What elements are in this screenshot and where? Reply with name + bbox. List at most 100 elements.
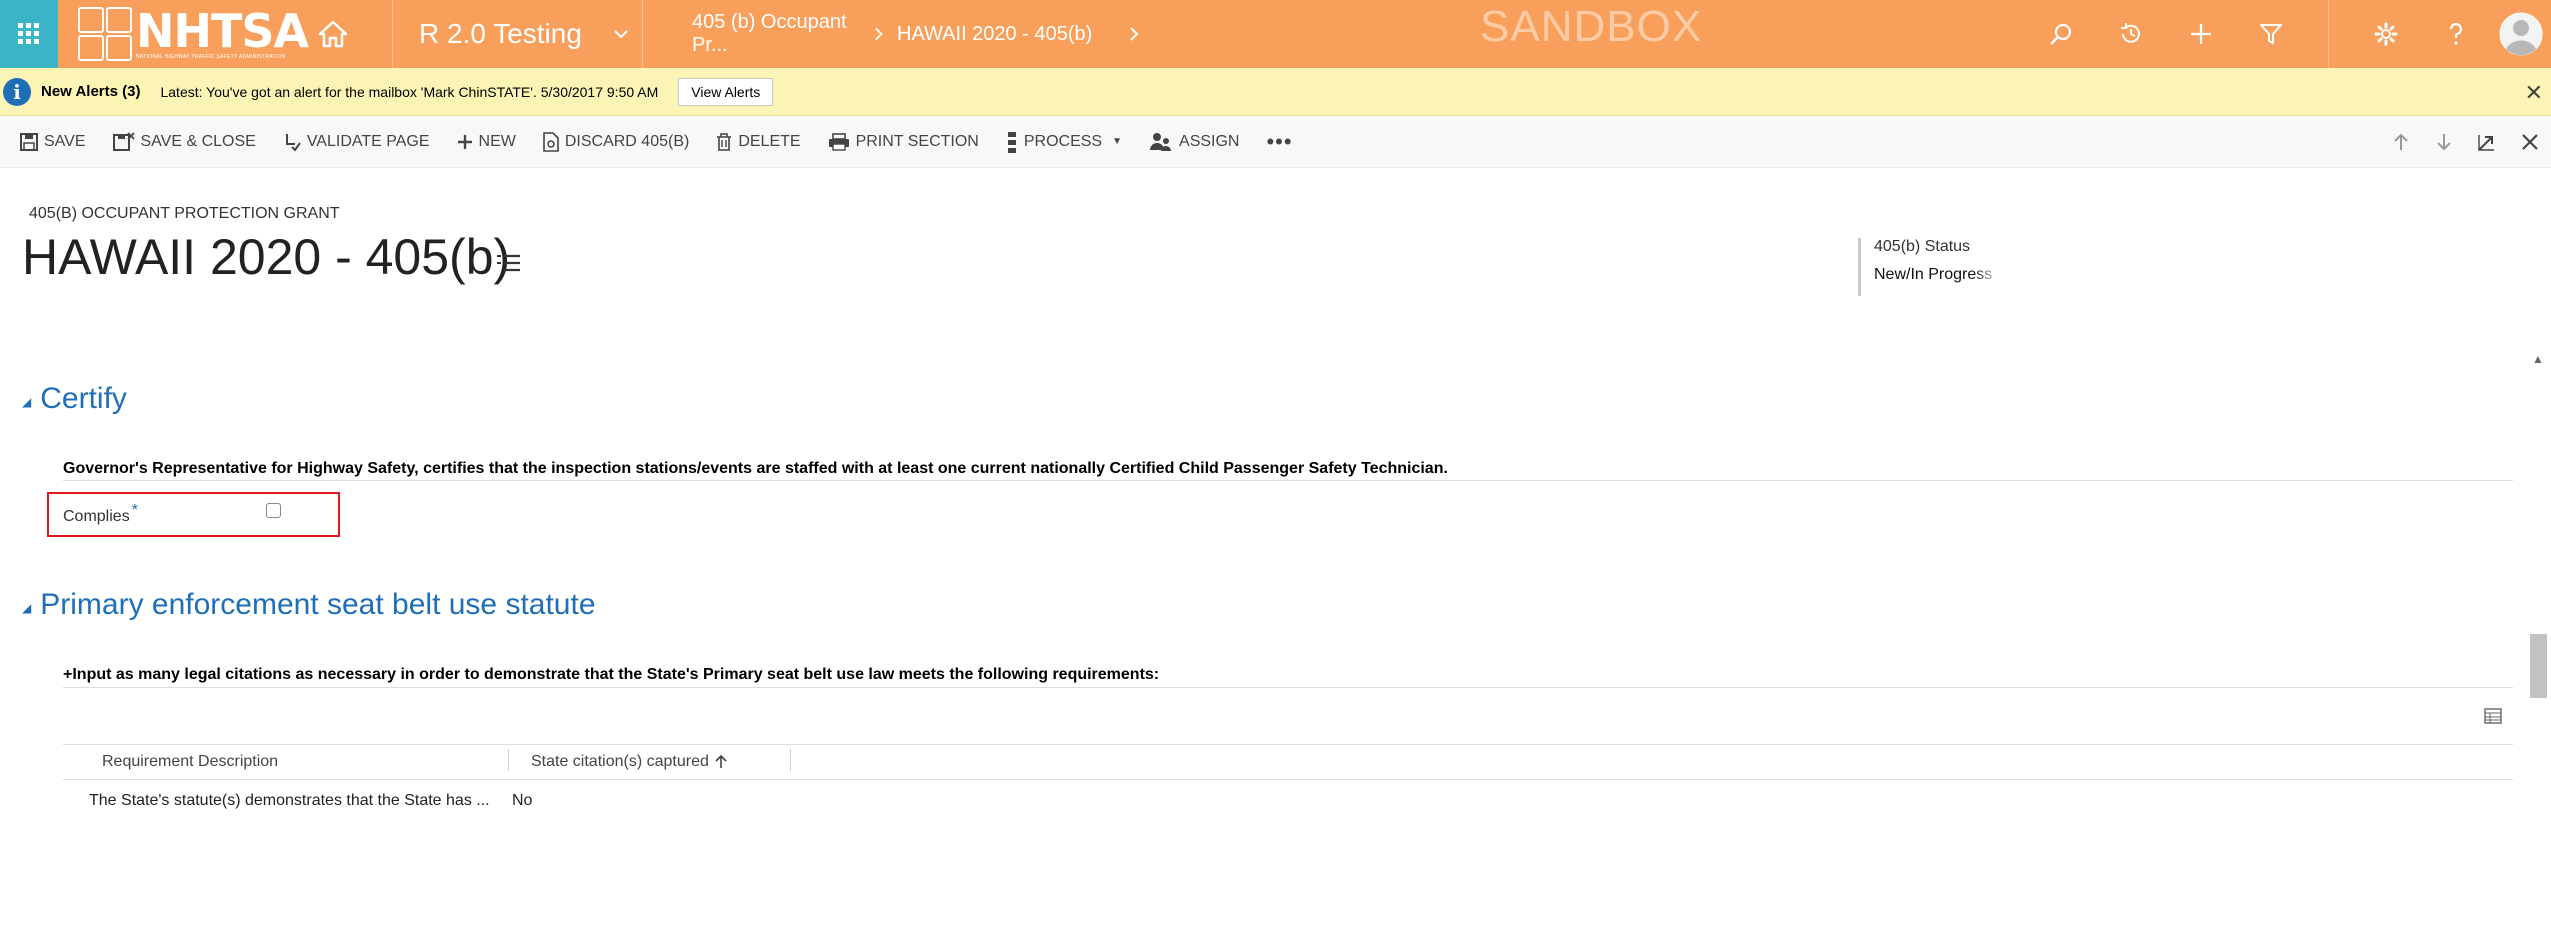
- print-label: PRINT SECTION: [855, 132, 979, 150]
- search-button[interactable]: [2026, 0, 2096, 68]
- delete-label: DELETE: [738, 132, 801, 150]
- complies-label-text: Complies: [63, 508, 130, 525]
- primary-instruction: +Input as many legal citations as necess…: [63, 666, 1160, 683]
- save-button[interactable]: SAVE: [20, 132, 86, 151]
- process-icon: [1007, 131, 1016, 153]
- discard-icon: [543, 131, 559, 152]
- collapse-icon: ◢: [22, 395, 32, 409]
- print-section-button[interactable]: PRINT SECTION: [828, 133, 979, 151]
- subgrid-header: Requirement Description State citation(s…: [63, 744, 2513, 780]
- process-label: PROCESS: [1023, 132, 1103, 150]
- assign-icon: [1150, 132, 1172, 151]
- command-bar: SAVE SAVE & CLOSE VALIDATE PAGE NEW DISC…: [0, 116, 2551, 168]
- process-button[interactable]: PROCESS ▼: [1006, 131, 1122, 153]
- pop-out-icon: [2477, 135, 2494, 151]
- alert-message: Latest: You've got an alert for the mail…: [160, 83, 659, 100]
- app-name: R 2.0 Testing: [419, 18, 582, 49]
- notification-bar: i New Alerts (3) Latest: You've got an a…: [0, 68, 2551, 116]
- logo-wordmark: NHTSA NATIONAL HIGHWAY TRAFFIC SAFETY AD…: [136, 8, 309, 61]
- waffle-icon: [18, 23, 39, 44]
- section-title: Primary enforcement seat belt use statut…: [40, 588, 596, 621]
- status-label: 405(b) Status: [1874, 238, 1971, 255]
- save-close-icon: [112, 131, 135, 151]
- validate-icon: [285, 133, 301, 152]
- section-divider: [63, 687, 2513, 688]
- record-navigation: [2379, 116, 2551, 168]
- section-certify-header[interactable]: ◢ Certify: [22, 382, 127, 416]
- entity-type-label: 405(B) OCCUPANT PROTECTION GRANT: [29, 205, 340, 222]
- chevron-right-icon: [874, 27, 883, 41]
- help-icon: [2449, 23, 2463, 45]
- column-divider[interactable]: [508, 749, 509, 771]
- app-launcher-button[interactable]: [0, 0, 58, 68]
- chevron-down-icon: [614, 30, 628, 39]
- complies-checkbox[interactable]: [266, 503, 281, 518]
- citation-captured-cell: No: [512, 792, 533, 809]
- trash-icon: [717, 132, 732, 151]
- previous-record-button[interactable]: [2379, 133, 2422, 151]
- user-avatar-icon: [2499, 12, 2543, 56]
- logo-subtext: NATIONAL HIGHWAY TRAFFIC SAFETY ADMINIST…: [136, 53, 286, 60]
- validate-label: VALIDATE PAGE: [306, 132, 430, 150]
- view-alerts-button[interactable]: View Alerts: [678, 77, 774, 106]
- breadcrumb-label: HAWAII 2020 - 405(b): [897, 22, 1093, 45]
- save-and-close-button[interactable]: SAVE & CLOSE: [112, 131, 256, 152]
- form-scrollbar[interactable]: ▲: [2525, 340, 2551, 926]
- new-label: NEW: [478, 132, 516, 150]
- complies-label: Complies *: [63, 502, 138, 526]
- top-navigation-bar: NHTSA NATIONAL HIGHWAY TRAFFIC SAFETY AD…: [0, 0, 2551, 68]
- sandbox-label: SANDBOX: [1480, 2, 1703, 51]
- column-header-requirement[interactable]: Requirement Description: [102, 753, 278, 771]
- column-header-citation[interactable]: State citation(s) captured: [531, 753, 727, 771]
- header-status-field[interactable]: 405(b) Status New/In Progress: [1858, 238, 2003, 296]
- filter-icon: [2260, 24, 2282, 44]
- close-form-button[interactable]: [2508, 133, 2551, 151]
- validate-page-button[interactable]: VALIDATE PAGE: [283, 132, 430, 152]
- more-commands-button[interactable]: •••: [1266, 130, 1292, 152]
- plus-icon: [2191, 24, 2211, 44]
- grid-view-icon[interactable]: [2484, 708, 2502, 724]
- app-selector[interactable]: R 2.0 Testing: [393, 0, 643, 68]
- breadcrumb-label: 405 (b) Occupant Pr...: [692, 11, 847, 56]
- delete-button[interactable]: DELETE: [716, 132, 801, 151]
- complies-field: Complies *: [47, 492, 340, 537]
- home-icon[interactable]: [318, 20, 348, 48]
- text-fade: [1973, 266, 2003, 290]
- arrow-down-icon: [2436, 134, 2451, 151]
- required-indicator: *: [131, 502, 138, 519]
- pop-out-button[interactable]: [2465, 133, 2508, 151]
- breadcrumb-entity[interactable]: 405 (b) Occupant Pr...: [643, 0, 897, 68]
- settings-button[interactable]: [2351, 0, 2421, 68]
- nhtsa-logo[interactable]: NHTSA NATIONAL HIGHWAY TRAFFIC SAFETY AD…: [58, 0, 393, 68]
- info-icon: i: [3, 77, 31, 106]
- close-icon[interactable]: ✕: [2525, 80, 2543, 106]
- next-record-button[interactable]: [2422, 133, 2465, 151]
- save-icon: [20, 132, 38, 151]
- form-selector-icon[interactable]: [496, 254, 522, 272]
- create-button[interactable]: [2166, 0, 2236, 68]
- breadcrumb-record[interactable]: HAWAII 2020 - 405(b): [897, 0, 1153, 68]
- column-label: Requirement Description: [102, 753, 279, 770]
- column-divider[interactable]: [790, 749, 791, 771]
- new-button[interactable]: NEW: [457, 133, 516, 151]
- assign-button[interactable]: ASSIGN: [1149, 132, 1239, 152]
- collapse-icon: ◢: [22, 601, 32, 615]
- printer-icon: [828, 132, 849, 151]
- help-button[interactable]: [2421, 0, 2491, 68]
- scroll-up-icon[interactable]: ▲: [2532, 352, 2544, 366]
- user-profile-button[interactable]: [2491, 0, 2551, 68]
- table-row[interactable]: The State's statute(s) demonstrates that…: [63, 780, 2513, 822]
- arrow-up-icon: [2393, 133, 2408, 150]
- discard-label: DISCARD 405(B): [564, 132, 690, 150]
- save-close-label: SAVE & CLOSE: [140, 132, 256, 150]
- save-label: SAVE: [44, 132, 86, 150]
- discard-button[interactable]: DISCARD 405(B): [543, 131, 690, 152]
- recent-button[interactable]: [2096, 0, 2166, 68]
- advanced-find-button[interactable]: [2236, 0, 2306, 68]
- gear-icon: [2374, 22, 2398, 46]
- record-title: HAWAII 2020 - 405(b): [22, 229, 511, 285]
- close-icon: [2521, 134, 2538, 150]
- scrollbar-thumb[interactable]: [2530, 634, 2547, 698]
- certify-instruction: Governor's Representative for Highway Sa…: [63, 460, 1448, 477]
- section-primary-enforcement-header[interactable]: ◢ Primary enforcement seat belt use stat…: [22, 588, 596, 622]
